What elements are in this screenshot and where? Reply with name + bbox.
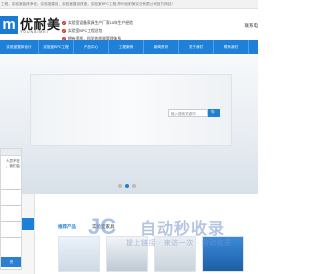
product-tabs: 推荐产品 实验室家具 [58,224,115,230]
product-thumbnail[interactable] [154,236,196,272]
product-thumbnail[interactable] [58,236,100,272]
carousel-dot[interactable] [132,184,136,188]
nav-item-about[interactable]: 关于我们 [179,40,214,54]
chat-widget[interactable]: 人员不在 ，我们会 完 [0,148,22,270]
tab-recommended[interactable]: 推荐产品 [58,224,76,230]
chat-line: ，我们会 [6,164,20,168]
nav-item-contact[interactable]: 联系我们 [214,40,249,54]
feature-item: ✓ 实验室BPC工程总包 [62,27,133,35]
chat-field[interactable] [1,237,21,238]
feature-text: 实验室设备家具生产厂家15年生产经验 [68,21,133,25]
top-announcement-text: 工程，实验室装修净化，实验室建设，实验室建设改造，实验室BPC工程-郑州优耐美实… [1,2,175,6]
search-button[interactable]: 🔍 [208,109,220,117]
product-thumbnail[interactable] [202,236,244,272]
carousel-dot[interactable] [125,184,129,188]
product-thumbnail[interactable] [106,236,148,272]
check-icon: ✓ [62,29,66,33]
logo-icon[interactable]: m [0,16,18,34]
nav-item-cases[interactable]: 工程案例 [109,40,144,54]
contact-label: 联系电 [244,23,259,28]
chat-field[interactable] [1,189,21,190]
chat-field[interactable] [1,205,21,206]
nav-item-design[interactable]: 实验室整体设计 [0,40,39,54]
logo-subtext: YOUNAIMEI [20,30,49,34]
feature-item: ✓ 实验室设备家具生产厂家15年生产经验 [62,19,133,27]
search-input[interactable]: 输入搜索关键词 [168,109,208,117]
carousel-dots [118,184,136,188]
feature-text: 实验室BPC工程总包 [68,29,103,33]
banner-image [0,54,258,194]
chat-message: 人员不在 ，我们会 [1,159,20,169]
tab-furniture[interactable]: 实验室家具 [92,224,115,230]
hero-banner[interactable]: 输入搜索关键词 🔍 [0,54,258,194]
check-icon: ✓ [62,21,66,25]
chat-field[interactable] [1,221,21,222]
site-header: m 优耐美 YOUNAIMEI ✓ 实验室设备家具生产厂家15年生产经验 ✓ 实验室… [0,9,259,41]
chat-submit-button[interactable]: 完 [1,257,21,267]
nav-item-products[interactable]: 产品中心 [74,40,109,54]
recommended-section: 推荐产品 实验室家具 [0,194,258,274]
carousel-dot[interactable] [118,184,122,188]
chat-header [1,149,21,156]
top-announcement-bar: 工程，实验室装修净化，实验室建设，实验室建设改造，实验室BPC工程-郑州优耐美实… [0,0,258,9]
product-gallery [58,236,244,272]
main-nav: 实验室整体设计 实验室BPC工程 产品中心 工程案例 新闻资讯 关于我们 联系我… [0,40,258,54]
nav-item-news[interactable]: 新闻资讯 [144,40,179,54]
nav-item-bpc[interactable]: 实验室BPC工程 [39,40,74,54]
